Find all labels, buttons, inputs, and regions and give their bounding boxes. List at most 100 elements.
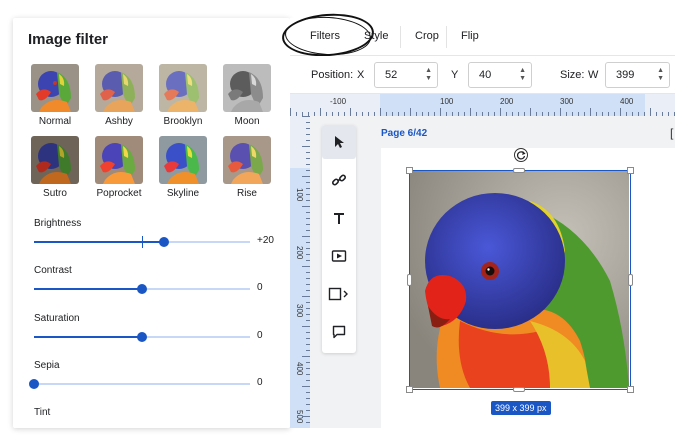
comment-tool[interactable] [322,315,356,349]
slider-knob[interactable] [158,237,169,247]
resize-handle-bottom-right[interactable] [627,386,634,393]
resize-handle-top-left[interactable] [406,167,413,174]
panel-title: Image filter [28,31,109,48]
contrast-value: 0 [257,282,263,293]
saturation-slider[interactable] [34,332,250,342]
tab-style[interactable]: Style [364,30,388,42]
square-shape-icon [328,287,348,301]
ruler-tick [302,146,310,147]
filter-rise[interactable]: Rise [217,136,277,199]
cursor-arrow-icon [335,136,344,148]
filter-thumbnail [223,136,271,184]
ruler-label: 200 [500,97,514,106]
filter-label: Poprocket [96,188,142,199]
ruler-tick [302,266,310,267]
filter-poprocket[interactable]: Poprocket [89,136,149,199]
ruler-label: 100 [295,188,304,202]
sepia-slider[interactable] [29,379,250,389]
ruler-label: 400 [295,362,304,376]
ruler-tick [650,108,651,116]
video-tool[interactable] [322,239,356,273]
image-filter-panel: Image filter Normal Ashby Brooklyn Moon … [13,18,290,428]
comment-icon [332,325,346,339]
resize-handle-top[interactable] [513,168,525,173]
ruler-label: -100 [330,97,347,106]
slider-fill [34,288,142,290]
filter-label: Rise [236,188,257,199]
ruler-highlight [290,168,310,428]
resize-handle-bottom[interactable] [513,387,525,392]
ruler-tick [530,108,531,116]
stepper-up-icon[interactable]: ▲ [657,67,664,75]
filter-thumbnail [223,64,271,112]
filter-sutro[interactable]: Sutro [25,136,85,199]
ruler-tick [302,176,310,177]
tab-flip[interactable]: Flip [461,30,479,42]
ruler-tick [320,108,321,116]
saturation-label: Saturation [34,313,80,324]
filter-brooklyn[interactable]: Brooklyn [153,64,213,127]
stepper-down-icon[interactable]: ▼ [657,75,664,83]
sepia-label: Sepia [34,360,60,371]
contrast-slider[interactable] [34,284,250,294]
selected-image[interactable] [406,167,634,393]
filter-skyline[interactable]: Skyline [153,136,213,199]
position-label: Position: [311,69,354,81]
tab-crop[interactable]: Crop [415,30,439,42]
text-tool[interactable] [322,201,356,235]
ruler-tick [290,108,291,116]
x-label: X [357,69,365,81]
y-value: 40 [479,69,492,81]
stepper-up-icon[interactable]: ▲ [519,67,526,75]
w-input[interactable]: 399 ▲ ▼ [605,62,670,88]
resize-handle-bottom-left[interactable] [406,386,413,393]
slider-knob[interactable] [29,379,39,389]
text-icon [334,213,344,224]
tab-divider [400,26,401,48]
w-stepper[interactable]: ▲ ▼ [657,67,664,83]
ruler-tick [302,236,310,237]
x-value: 52 [385,69,398,81]
filter-normal[interactable]: Normal [25,64,85,127]
page-label: Page 6/42 [381,128,428,139]
rotate-handle-icon[interactable] [514,148,528,162]
y-stepper[interactable]: ▲ ▼ [519,67,526,83]
slider-knob[interactable] [137,332,147,342]
stepper-down-icon[interactable]: ▼ [519,75,526,83]
filter-thumbnail [159,64,207,112]
brightness-slider[interactable] [34,236,250,248]
ruler-tick [302,416,310,417]
brightness-label: Brightness [34,218,82,229]
sepia-value: 0 [257,377,263,388]
ruler-tick [440,108,441,116]
filter-thumbnail [95,136,143,184]
slider-fill [34,241,164,243]
slider-knob[interactable] [137,284,147,294]
link-tool[interactable] [322,163,356,197]
resize-handle-right[interactable] [628,274,633,286]
page-bracket-icon: [ [670,126,674,140]
size-label: Size: [560,69,585,81]
filter-moon[interactable]: Moon [217,64,277,127]
select-tool[interactable] [322,125,356,159]
ruler-tick [620,108,621,116]
tab-divider [446,26,447,48]
stepper-down-icon[interactable]: ▼ [425,75,432,83]
shape-tool[interactable] [322,277,356,311]
filter-ashby[interactable]: Ashby [89,64,149,127]
stepper-up-icon[interactable]: ▲ [425,67,432,75]
ruler-tick [380,108,381,116]
ruler-tick [410,108,411,116]
y-input[interactable]: 40 ▲ ▼ [468,62,532,88]
ruler-tick [350,108,351,116]
video-icon [331,250,347,262]
x-stepper[interactable]: ▲ ▼ [425,67,432,83]
resize-handle-left[interactable] [407,274,412,286]
x-input[interactable]: 52 ▲ ▼ [374,62,438,88]
resize-handle-top-right[interactable] [627,167,634,174]
editor-canvas: Page 6/42 [399 x 399 px [310,116,675,428]
ruler-label: 100 [440,97,454,106]
ruler-tick [590,108,591,116]
slider-default-mark [142,236,143,248]
filter-label: Skyline [166,188,200,199]
